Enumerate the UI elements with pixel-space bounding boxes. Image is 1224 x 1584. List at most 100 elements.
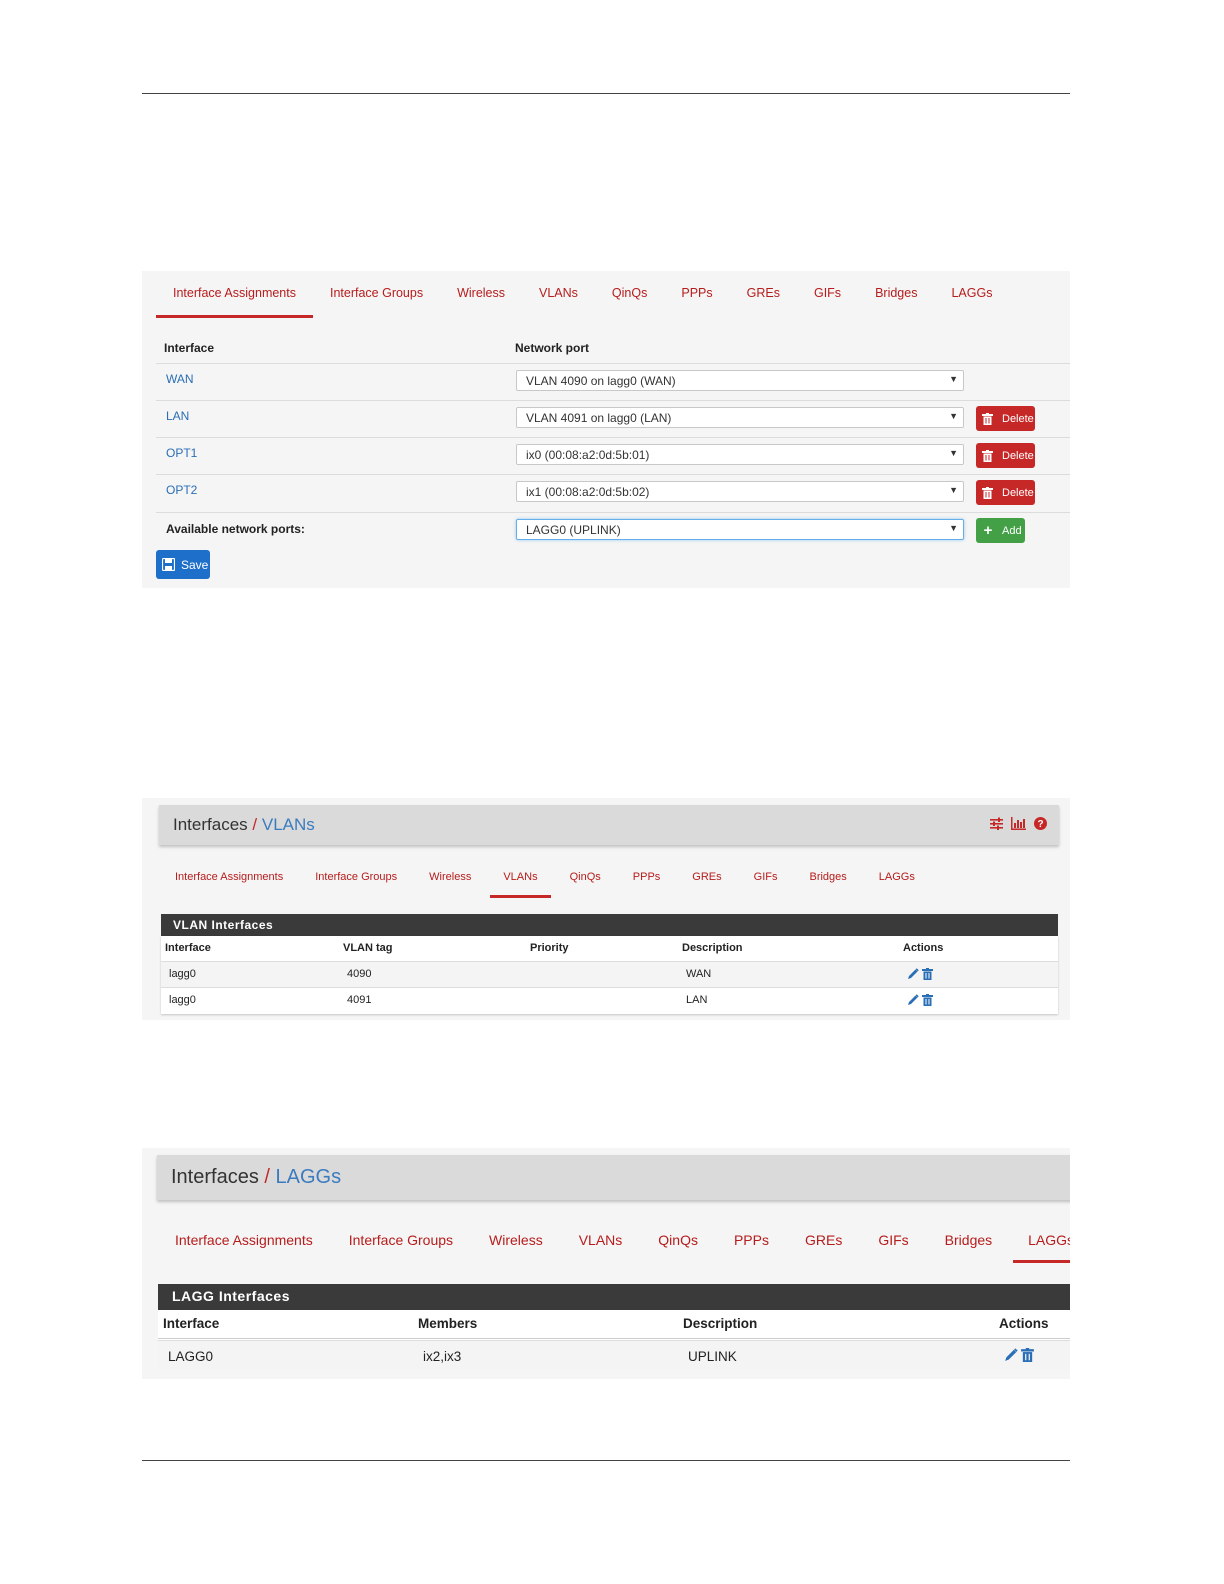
tab-bridges[interactable]: Bridges [796,862,859,898]
tab-ppps[interactable]: PPPs [620,862,674,898]
tab-gifs[interactable]: GIFs [797,271,858,318]
breadcrumb-separator: / [252,815,258,834]
tab-qinqs[interactable]: QinQs [595,271,664,318]
delete-button-lan[interactable]: Delete [976,406,1035,431]
vlan-table: Interface VLAN tag Priority Description … [161,936,1058,1014]
cell-interface: lagg0 [169,968,196,980]
header-icons: ? [990,817,1047,830]
tab-wireless[interactable]: Wireless [474,1222,561,1263]
tab-ppps[interactable]: PPPs [664,271,729,318]
column-header-network-port: Network port [515,341,590,355]
row-actions [907,994,933,1006]
trash-icon [982,486,993,499]
svg-text:?: ? [1037,819,1043,830]
add-button[interactable]: + Add [976,518,1025,543]
tab-ppps[interactable]: PPPs [719,1222,787,1263]
tab-gifs[interactable]: GIFs [741,862,791,898]
tab-qinqs[interactable]: QinQs [643,1222,716,1263]
column-header-interface: Interface [164,341,215,355]
tab-interface-assignments[interactable]: Interface Assignments [162,862,296,898]
tab-gres[interactable]: GREs [790,1222,860,1263]
tab-interface-groups[interactable]: Interface Groups [302,862,410,898]
cell-description: UPLINK [688,1349,737,1364]
tab-vlans[interactable]: VLANs [490,862,551,898]
available-ports-row: Available network ports: LAGG0 (UPLINK) ▼… [156,512,1070,548]
cell-members: ix2,ix3 [423,1349,462,1364]
tab-interface-assignments[interactable]: Interface Assignments [160,1222,331,1263]
delete-button-opt2[interactable]: Delete [976,480,1035,505]
network-port-select-lan[interactable]: VLAN 4091 on lagg0 (LAN) ▼ [516,407,964,428]
vlan-table-title: VLAN Interfaces [161,914,1058,936]
table-header-row: Interface Members Description Actions [158,1310,1070,1339]
column-header-vlan-tag: VLAN tag [343,942,393,954]
table-row: lagg0 4090 WAN [161,961,1058,987]
bar-chart-icon[interactable] [1011,817,1026,830]
pencil-icon[interactable] [907,994,919,1006]
network-port-select-opt2[interactable]: ix1 (00:08:a2:0d:5b:02) ▼ [516,481,964,502]
tab-laggs[interactable]: LAGGs [934,271,1009,318]
page-header: Interfaces / VLANs ? [159,805,1059,845]
tab-gres[interactable]: GREs [679,862,734,898]
cell-interface: LAGG0 [168,1349,214,1364]
trash-icon[interactable] [922,994,933,1006]
column-header-description: Description [683,1316,758,1331]
sliders-icon[interactable] [990,817,1003,830]
interface-link-opt2[interactable]: OPT2 [166,483,197,497]
breadcrumb-laggs[interactable]: LAGGs [276,1166,342,1188]
network-port-select-wan[interactable]: VLAN 4090 on lagg0 (WAN) ▼ [516,370,964,391]
lagg-table: Interface Members Description Actions LA… [158,1310,1070,1370]
bottom-page-rule [142,1460,1070,1461]
tab-bridges[interactable]: Bridges [930,1222,1010,1263]
trash-icon [982,449,993,462]
assignment-row-opt2: OPT2 ix1 (00:08:a2:0d:5b:02) ▼ Delete [156,474,1070,511]
tab-wireless[interactable]: Wireless [440,271,522,318]
tab-gifs[interactable]: GIFs [863,1222,926,1263]
column-header-interface: Interface [165,942,211,954]
available-ports-select[interactable]: LAGG0 (UPLINK) ▼ [516,519,964,540]
interface-link-wan[interactable]: WAN [166,372,194,386]
delete-button-opt1[interactable]: Delete [976,443,1035,468]
tab-qinqs[interactable]: QinQs [557,862,614,898]
tab-interface-groups[interactable]: Interface Groups [313,271,440,318]
interface-link-opt1[interactable]: OPT1 [166,446,197,460]
trash-icon[interactable] [922,968,933,980]
breadcrumb-interfaces[interactable]: Interfaces [173,815,248,834]
breadcrumb: Interfaces / LAGGs [171,1166,341,1189]
cell-vlan-tag: 4091 [347,994,372,1006]
page-header: Interfaces / LAGGs [157,1155,1070,1200]
tab-gres[interactable]: GREs [730,271,797,318]
table-header-row: Interface VLAN tag Priority Description … [161,936,1058,961]
interface-link-lan[interactable]: LAN [166,409,189,423]
help-icon[interactable]: ? [1034,817,1047,830]
tab-bridges[interactable]: Bridges [858,271,934,318]
chevron-down-icon: ▼ [949,448,958,458]
tab-laggs[interactable]: LAGGs [866,862,928,898]
pencil-icon[interactable] [907,968,919,980]
save-button[interactable]: Save [156,550,210,579]
tab-bar: Interface Assignments Interface Groups W… [162,862,1070,898]
tab-wireless[interactable]: Wireless [416,862,484,898]
top-page-rule [142,93,1070,94]
column-header-actions: Actions [903,942,944,954]
pencil-icon[interactable] [1004,1348,1018,1362]
row-actions [907,968,933,980]
breadcrumb-interfaces[interactable]: Interfaces [171,1166,259,1188]
tab-interface-groups[interactable]: Interface Groups [334,1222,471,1263]
trash-icon[interactable] [1021,1348,1034,1362]
breadcrumb: Interfaces / VLANs [173,815,315,835]
tab-interface-assignments[interactable]: Interface Assignments [156,271,313,318]
tab-laggs[interactable]: LAGGs [1013,1222,1070,1263]
laggs-screenshot: Interfaces / LAGGs Interface Assignments… [142,1148,1070,1379]
tab-vlans[interactable]: VLANs [522,271,595,318]
tab-vlans[interactable]: VLANs [564,1222,641,1263]
breadcrumb-vlans[interactable]: VLANs [262,815,315,834]
cell-description: WAN [686,968,712,980]
network-port-select-opt1[interactable]: ix0 (00:08:a2:0d:5b:01) ▼ [516,444,964,465]
available-ports-label: Available network ports: [166,522,305,536]
interface-assignments-screenshot: Interface Assignments Interface Groups W… [142,271,1070,588]
column-header-actions: Actions [999,1316,1049,1331]
column-header-members: Members [418,1316,478,1331]
save-icon [162,558,175,571]
breadcrumb-separator: / [264,1166,270,1188]
tab-bar: Interface Assignments Interface Groups W… [160,1222,1070,1263]
